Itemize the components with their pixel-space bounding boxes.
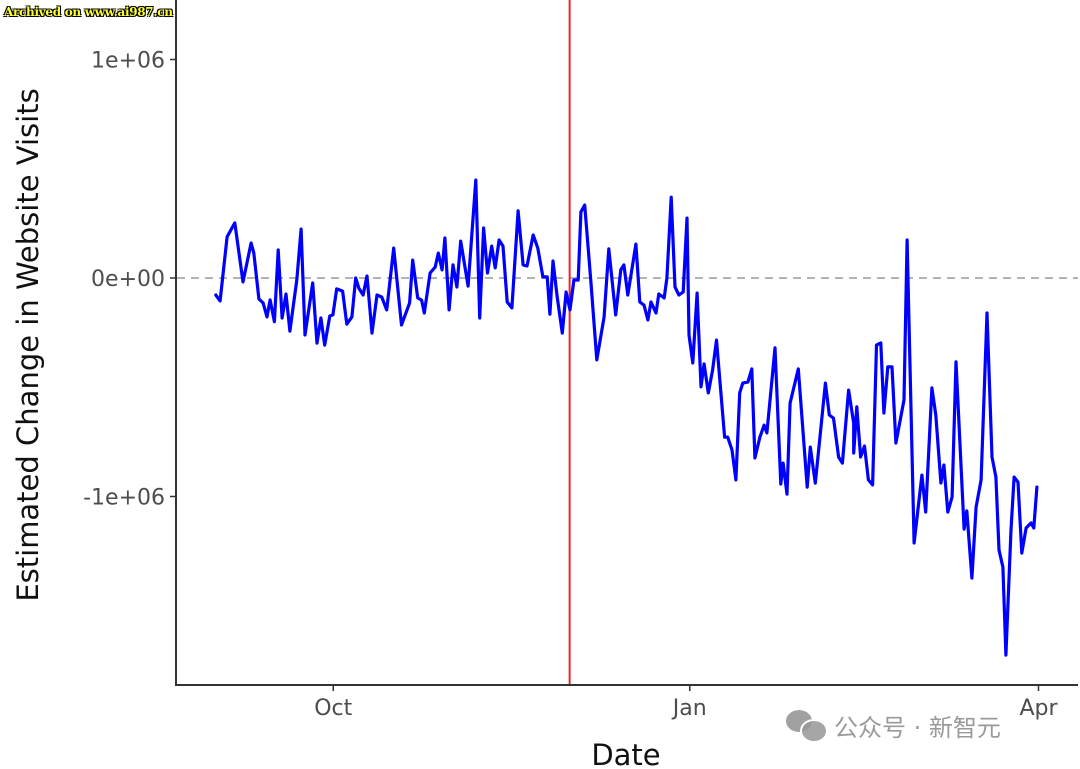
wechat-watermark-text: 公众号 · 新智元 <box>834 714 1001 742</box>
wechat-watermark: 公众号 · 新智元 <box>786 708 1001 743</box>
x-tick-label: Jan <box>671 696 707 721</box>
x-tick-label: Apr <box>1019 696 1058 721</box>
ticks: 1e+06 0e+00 -1e+06 Oct Jan Apr <box>83 49 1058 722</box>
axes <box>175 0 1078 686</box>
y-axis-title: Estimated Change in Website Visits <box>11 88 45 601</box>
x-tick-label: Oct <box>314 696 352 721</box>
reference-lines <box>177 0 1078 685</box>
y-tick-label: -1e+06 <box>83 486 165 511</box>
y-tick-label: 1e+06 <box>91 49 165 74</box>
line-chart: 1e+06 0e+00 -1e+06 Oct Jan Apr Date Estimated… <box>11 0 1078 769</box>
x-axis-title: Date <box>591 738 660 769</box>
wechat-icon <box>786 709 828 743</box>
y-tick-label: 0e+00 <box>91 267 165 292</box>
series-line <box>214 178 1039 657</box>
series <box>214 178 1039 657</box>
